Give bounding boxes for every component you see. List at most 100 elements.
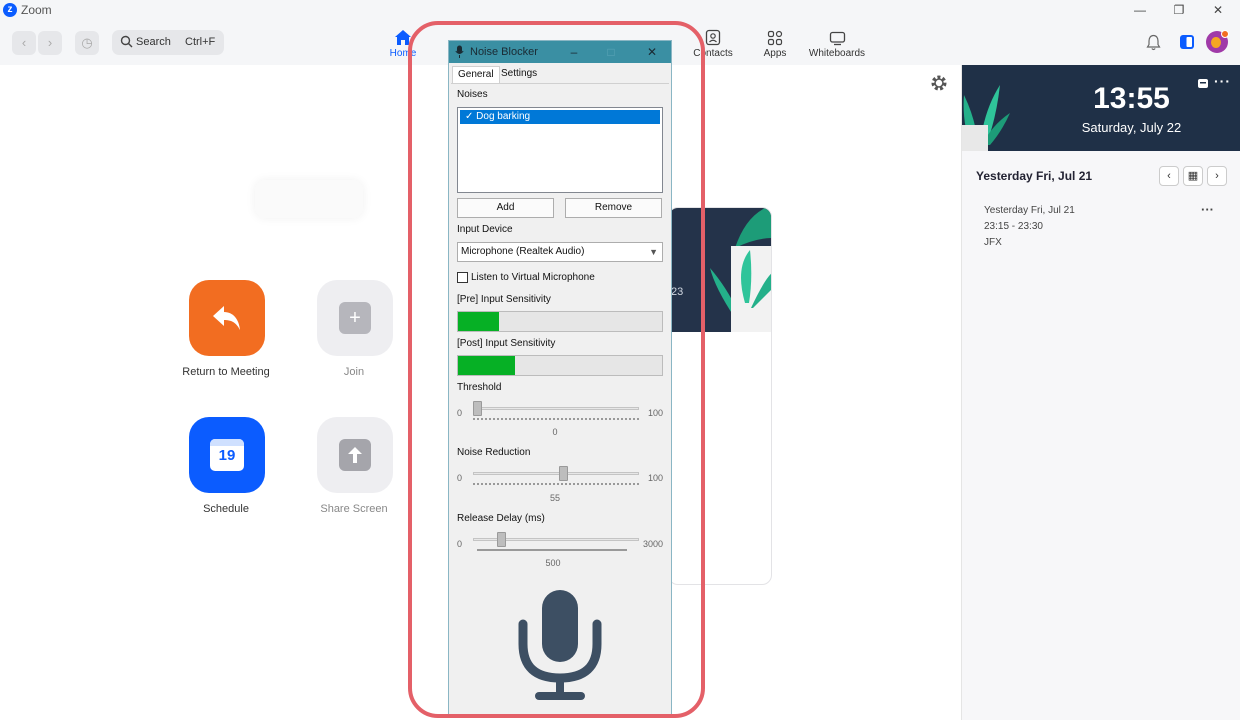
restore-button[interactable]: ❐ bbox=[1165, 1, 1193, 19]
tab-apps-label: Apps bbox=[763, 48, 787, 59]
tab-general[interactable]: General bbox=[452, 66, 500, 83]
threshold-thumb[interactable] bbox=[473, 401, 482, 416]
calendar-small-icon[interactable] bbox=[1197, 77, 1209, 89]
close-button[interactable]: ✕ bbox=[1204, 1, 1232, 19]
tab-home[interactable]: Home bbox=[371, 26, 435, 62]
noise-reduction-value: 55 bbox=[549, 493, 560, 503]
pre-sensitivity-label: [Pre] Input Sensitivity bbox=[457, 294, 551, 305]
release-delay-min: 0 bbox=[457, 539, 463, 549]
return-arrow-icon bbox=[213, 306, 240, 330]
upcoming-meeting-card[interactable]: 23 bbox=[668, 207, 772, 585]
history-button[interactable]: ◷ bbox=[75, 31, 99, 55]
panel-toggle-icon[interactable] bbox=[1179, 34, 1195, 50]
search-shortcut: Ctrl+F bbox=[185, 36, 216, 48]
tab-whiteboards[interactable]: Whiteboards bbox=[805, 26, 869, 62]
status-dot-icon bbox=[1221, 30, 1229, 38]
apps-icon bbox=[767, 30, 783, 46]
noise-blocker-titlebar[interactable]: Noise Blocker – □ ✕ bbox=[449, 41, 671, 63]
share-screen-button[interactable] bbox=[317, 417, 393, 493]
meeting-title: JFX bbox=[984, 237, 1002, 248]
noise-blocker-title: Noise Blocker bbox=[470, 46, 538, 58]
listen-checkbox[interactable] bbox=[457, 272, 468, 283]
threshold-max: 100 bbox=[647, 408, 663, 418]
nb-minimize-button[interactable]: – bbox=[564, 43, 584, 61]
input-device-select[interactable]: Microphone (Realtek Audio) ▼ bbox=[457, 242, 663, 262]
search-icon bbox=[120, 35, 133, 48]
plus-icon: + bbox=[339, 302, 371, 334]
remove-button[interactable]: Remove bbox=[565, 198, 662, 218]
chevron-left-icon: ‹ bbox=[1167, 170, 1171, 182]
noise-blocker-window: Noise Blocker – □ ✕ General Settings Noi… bbox=[448, 40, 672, 716]
chevron-right-icon: › bbox=[1215, 170, 1219, 182]
settings-gear-icon[interactable] bbox=[930, 74, 948, 92]
release-delay-ticks bbox=[477, 548, 627, 551]
calendar-today-icon: ▦ bbox=[1187, 170, 1199, 182]
release-delay-thumb[interactable] bbox=[497, 532, 506, 547]
noise-reduction-min: 0 bbox=[457, 473, 463, 483]
meeting-more-icon[interactable]: ··· bbox=[1201, 202, 1214, 217]
noises-label: Noises bbox=[457, 89, 488, 100]
meeting-date: Yesterday Fri, Jul 21 bbox=[984, 205, 1075, 216]
release-delay-max: 3000 bbox=[642, 539, 663, 549]
more-options-icon[interactable]: ··· bbox=[1214, 73, 1231, 89]
share-up-arrow-icon bbox=[339, 439, 371, 471]
nb-close-button[interactable]: ✕ bbox=[642, 43, 662, 61]
today-button[interactable]: ▦ bbox=[1183, 166, 1203, 186]
noise-item-label: Dog barking bbox=[476, 111, 531, 122]
search-box[interactable]: Search Ctrl+F bbox=[112, 30, 224, 55]
post-sensitivity-label: [Post] Input Sensitivity bbox=[457, 338, 556, 349]
noise-reduction-thumb[interactable] bbox=[559, 466, 568, 481]
return-to-meeting-label: Return to Meeting bbox=[182, 366, 270, 378]
threshold-min: 0 bbox=[457, 408, 463, 418]
app-titlebar: z Zoom — ❐ ✕ bbox=[0, 0, 1240, 20]
chevron-down-icon: ▼ bbox=[649, 247, 658, 257]
noise-reduction-label: Noise Reduction bbox=[457, 447, 531, 458]
pre-sensitivity-fill bbox=[458, 312, 499, 331]
listen-label: Listen to Virtual Microphone bbox=[471, 272, 595, 283]
clock-banner: 13:55 Saturday, July 22 ··· bbox=[962, 65, 1240, 151]
noises-list[interactable]: ✓ Dog barking bbox=[457, 107, 663, 193]
avatar[interactable] bbox=[1206, 30, 1229, 53]
pre-sensitivity-meter bbox=[457, 311, 663, 332]
check-icon: ✓ bbox=[465, 111, 477, 122]
tab-divider bbox=[451, 83, 669, 84]
chevron-right-icon: › bbox=[47, 35, 53, 50]
schedule-button[interactable]: 19 bbox=[189, 417, 265, 493]
calendar-icon: 19 bbox=[210, 439, 244, 471]
avatar-figure bbox=[1211, 37, 1221, 48]
tab-contacts[interactable]: Contacts bbox=[681, 26, 745, 62]
next-day-button[interactable]: › bbox=[1207, 166, 1227, 186]
meeting-time: 23:15 - 23:30 bbox=[984, 221, 1043, 232]
bell-icon[interactable] bbox=[1146, 34, 1161, 51]
return-to-meeting-button[interactable] bbox=[189, 280, 265, 356]
forward-button[interactable]: › bbox=[38, 31, 62, 55]
minimize-button[interactable]: — bbox=[1126, 1, 1154, 19]
post-sensitivity-fill bbox=[458, 356, 516, 375]
release-delay-value: 500 bbox=[545, 558, 561, 568]
noise-reduction-track bbox=[473, 472, 639, 475]
threshold-label: Threshold bbox=[457, 382, 502, 393]
threshold-ticks bbox=[473, 417, 639, 420]
clock-date: Saturday, July 22 bbox=[1081, 120, 1182, 135]
search-label: Search bbox=[136, 36, 171, 48]
nb-maximize-button[interactable]: □ bbox=[601, 43, 621, 61]
list-item[interactable]: ✓ Dog barking bbox=[460, 110, 660, 124]
back-button[interactable]: ‹ bbox=[12, 31, 36, 55]
tab-settings[interactable]: Settings bbox=[496, 66, 542, 83]
tab-contacts-label: Contacts bbox=[693, 48, 733, 59]
right-calendar-panel: 13:55 Saturday, July 22 ··· Yesterday Fr… bbox=[961, 65, 1240, 720]
tab-apps[interactable]: Apps bbox=[743, 26, 807, 62]
microphone-icon bbox=[455, 45, 464, 58]
chevron-left-icon: ‹ bbox=[21, 35, 27, 50]
add-button[interactable]: Add bbox=[457, 198, 554, 218]
noise-reduction-max: 100 bbox=[647, 473, 663, 483]
app-title: Zoom bbox=[21, 3, 52, 17]
noise-reduction-ticks bbox=[473, 482, 639, 485]
share-screen-label: Share Screen bbox=[320, 503, 388, 515]
zoom-logo-icon: z bbox=[3, 3, 17, 17]
contacts-icon bbox=[705, 29, 721, 46]
prev-day-button[interactable]: ‹ bbox=[1159, 166, 1179, 186]
tab-whiteboards-label: Whiteboards bbox=[808, 48, 866, 59]
threshold-track bbox=[473, 407, 639, 410]
join-button[interactable]: + bbox=[317, 280, 393, 356]
